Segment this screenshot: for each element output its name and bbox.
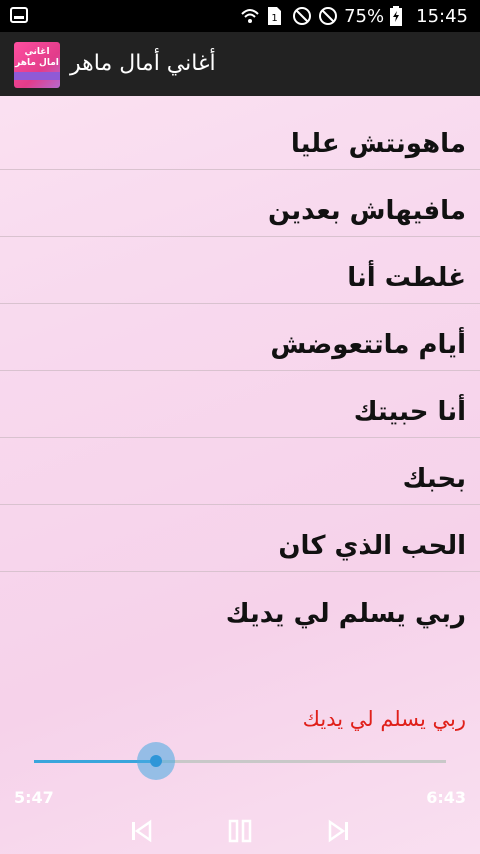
- list-item[interactable]: بحبك: [0, 438, 480, 505]
- song-title: الحب الذي كان: [278, 531, 466, 561]
- wifi-icon: [240, 6, 260, 26]
- player-controls: [0, 812, 480, 852]
- song-title: أنا حبيتك: [353, 397, 466, 427]
- pause-icon: [228, 819, 252, 843]
- list-item[interactable]: ربي يسلم لي يديك: [0, 572, 480, 639]
- battery-percent: 75%: [344, 5, 385, 27]
- song-title: بحبك: [402, 464, 466, 494]
- status-bar: 1 75% 15:45: [0, 0, 480, 32]
- skip-next-icon: [328, 819, 348, 843]
- image-icon: [10, 6, 28, 29]
- list-item[interactable]: أنا حبيتك: [0, 371, 480, 438]
- block-icon: [292, 6, 312, 26]
- previous-button[interactable]: [127, 816, 157, 846]
- app-logo-strip: [14, 72, 60, 80]
- seek-thumb[interactable]: [136, 742, 175, 780]
- list-item[interactable]: مافيهاش بعدين: [0, 170, 480, 237]
- list-item[interactable]: أيام ماتتعوضش: [0, 304, 480, 371]
- block-icon: [318, 6, 338, 26]
- sim-1-icon: 1: [266, 6, 286, 26]
- list-item[interactable]: غلطت أنا: [0, 237, 480, 304]
- app-logo-line1: اغاني: [24, 47, 50, 57]
- skip-previous-icon: [132, 819, 152, 843]
- song-list: ماهونتش عليا مافيهاش بعدين غلطت أنا أيام…: [0, 96, 480, 639]
- app-logo-line2: امال ماهر: [15, 58, 59, 68]
- next-button[interactable]: [323, 816, 353, 846]
- list-item[interactable]: ماهونتش عليا: [0, 96, 480, 170]
- clock: 15:45: [416, 5, 468, 27]
- song-title: أيام ماتتعوضش: [270, 330, 466, 360]
- app-title: أغاني أمال ماهر: [70, 51, 216, 76]
- song-title: غلطت أنا: [347, 263, 466, 293]
- app-bar: اغاني امال ماهر أغاني أمال ماهر: [0, 32, 480, 96]
- svg-text:1: 1: [271, 13, 277, 24]
- battery-charging-icon: [390, 6, 410, 26]
- pause-button[interactable]: [225, 816, 255, 846]
- app-logo: اغاني امال ماهر: [14, 42, 60, 88]
- seek-bar[interactable]: [34, 760, 446, 763]
- total-duration: 6:43: [426, 788, 466, 807]
- song-title: مافيهاش بعدين: [268, 196, 466, 226]
- now-playing-title: ربي يسلم لي يديك: [302, 707, 466, 731]
- song-title: ماهونتش عليا: [290, 129, 466, 159]
- song-title: ربي يسلم لي يديك: [225, 599, 466, 629]
- elapsed-time: 5:47: [14, 788, 54, 807]
- list-item[interactable]: الحب الذي كان: [0, 505, 480, 572]
